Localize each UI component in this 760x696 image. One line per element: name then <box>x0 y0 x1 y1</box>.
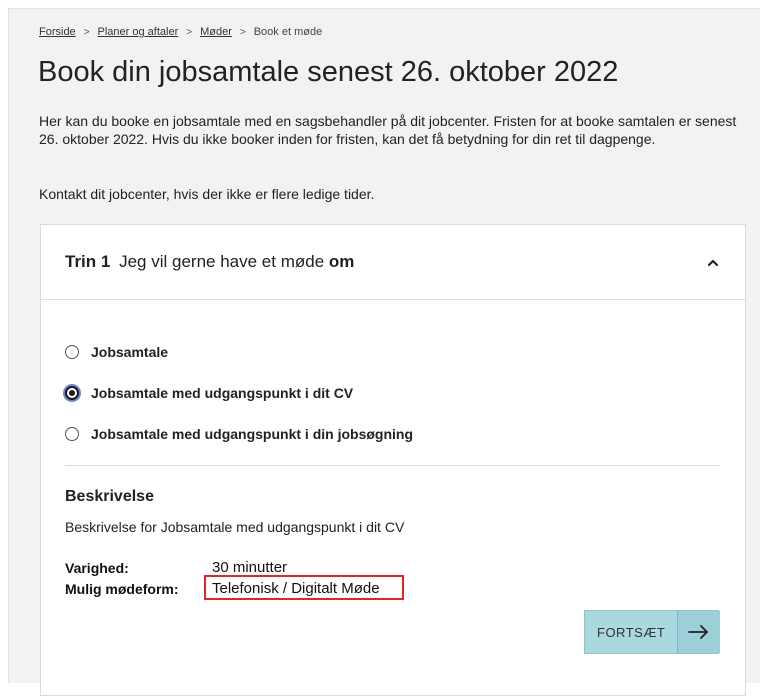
breadcrumb-link-moder[interactable]: Møder <box>200 26 232 38</box>
step-header[interactable]: Trin 1 Jeg vil gerne have et møde om <box>41 225 745 300</box>
radio-button[interactable] <box>65 427 79 441</box>
duration-value: 30 minutter <box>212 559 288 576</box>
intro-text: Her kan du booke en jobsamtale med en sa… <box>39 113 737 147</box>
contact-text: Kontakt dit jobcenter, hvis der ikke er … <box>39 186 375 202</box>
chevron-up-icon <box>707 259 719 267</box>
divider <box>65 465 720 466</box>
continue-button-label: FORTSÆT <box>597 625 666 640</box>
continue-button[interactable]: FORTSÆT <box>584 610 720 654</box>
step-card: Trin 1 Jeg vil gerne have et møde om Job… <box>40 224 746 696</box>
breadcrumb-separator: > <box>239 27 246 38</box>
radio-label: Jobsamtale med udgangspunkt i din jobsøg… <box>91 426 414 442</box>
breadcrumb-link-forside[interactable]: Forside <box>39 26 76 38</box>
duration-label: Varighed: <box>65 560 129 576</box>
page-title: Book din jobsamtale senest 26. oktober 2… <box>38 56 619 88</box>
breadcrumb-separator: > <box>83 27 90 38</box>
format-label: Mulig mødeform: <box>65 581 179 597</box>
arrow-right-icon <box>688 625 708 639</box>
continue-arrow-box <box>677 611 720 653</box>
breadcrumb-current: Book et møde <box>253 26 323 38</box>
radio-button-selected[interactable] <box>65 386 79 400</box>
step-text-bold: om <box>328 252 355 271</box>
breadcrumb-link-planer[interactable]: Planer og aftaler <box>98 26 179 38</box>
format-highlight-box <box>204 575 404 600</box>
description-heading: Beskrivelse <box>65 488 154 505</box>
radio-label: Jobsamtale <box>91 344 169 360</box>
step-text: Jeg vil gerne have et møde <box>119 252 325 271</box>
description-text: Beskrivelse for Jobsamtale med udgangspu… <box>65 519 405 535</box>
breadcrumb-separator: > <box>186 27 193 38</box>
step-number: Trin 1 <box>65 252 111 271</box>
breadcrumb: Forside > Planer og aftaler > Møder > Book et … <box>39 26 322 38</box>
step-title: Trin 1 Jeg vil gerne have et møde om <box>65 252 354 272</box>
collapse-button[interactable] <box>701 251 725 275</box>
radio-label: Jobsamtale med udgangspunkt i dit CV <box>91 385 354 401</box>
radio-button[interactable] <box>65 345 79 359</box>
